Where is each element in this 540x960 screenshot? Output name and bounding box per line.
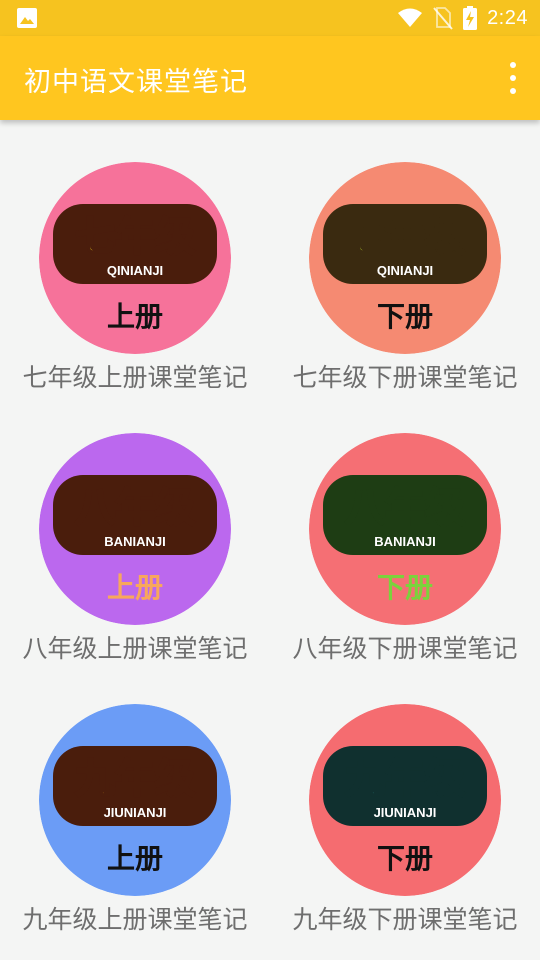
more-vert-icon-dot [510,75,516,81]
badge-volume: 下册 [377,571,433,604]
more-vert-icon-dot [510,88,516,94]
badge-pinyin: JIUNIANJI [374,805,437,820]
app-bar: 初中语文课堂笔记 [0,36,540,120]
book-card[interactable]: 七年级 QINIANJI 下册七年级下册课堂笔记 [270,120,540,392]
badge-pinyin: QINIANJI [107,263,163,278]
badge-title: 九年级 [75,756,195,802]
badge-pinyin: JIUNIANJI [104,805,167,820]
badge-volume: 下册 [377,842,433,875]
more-vert-icon [510,62,516,68]
badge-pinyin: BANIANJI [104,534,165,549]
book-card[interactable]: 九年级 JIUNIANJI 上册九年级上册课堂笔记 [0,662,270,934]
badge-pinyin: BANIANJI [374,534,435,549]
book-label: 八年级上册课堂笔记 [22,634,248,663]
app-title: 初中语文课堂笔记 [24,67,248,98]
book-label: 八年级下册课堂笔记 [292,634,518,663]
book-card[interactable]: 八年级 BANIANJI 上册八年级上册课堂笔记 [0,391,270,663]
book-label: 七年级上册课堂笔记 [22,363,248,392]
book-cover-badge[interactable]: 九年级 JIUNIANJI 下册 [309,704,501,896]
more-options-button[interactable] [506,62,520,94]
badge-volume: 上册 [107,842,163,875]
book-card[interactable]: 八年级 BANIANJI 下册八年级下册课堂笔记 [270,391,540,663]
badge-volume: 下册 [377,300,433,333]
badge-volume: 上册 [107,571,163,604]
badge-graphic: 七年级 QINIANJI 上册 [39,162,231,354]
book-cover-badge[interactable]: 八年级 BANIANJI 下册 [309,433,501,625]
no-sim-icon [433,7,453,30]
badge-title: 七年级 [75,214,195,260]
status-icons: 2:24 [397,4,528,32]
badge-pinyin: QINIANJI [377,263,433,278]
badge-title: 七年级 [345,214,465,260]
book-cover-badge[interactable]: 七年级 QINIANJI 下册 [309,162,501,354]
book-label: 九年级上册课堂笔记 [22,905,248,934]
battery-charging-icon [463,6,478,30]
book-card[interactable]: 七年级 QINIANJI 上册七年级上册课堂笔记 [0,120,270,392]
book-cover-badge[interactable]: 七年级 QINIANJI 上册 [39,162,231,354]
book-card[interactable]: 九年级 JIUNIANJI 下册九年级下册课堂笔记 [270,662,540,934]
badge-graphic: 八年级 BANIANJI 上册 [39,433,231,625]
book-label: 九年级下册课堂笔记 [292,905,518,934]
badge-volume: 上册 [107,300,163,333]
badge-title: 八年级 [75,485,195,531]
status-time: 2:24 [487,6,528,29]
badge-graphic: 九年级 JIUNIANJI 下册 [309,704,501,896]
book-cover-badge[interactable]: 八年级 BANIANJI 上册 [39,433,231,625]
book-cover-badge[interactable]: 九年级 JIUNIANJI 上册 [39,704,231,896]
book-label: 七年级下册课堂笔记 [292,363,518,392]
badge-graphic: 七年级 QINIANJI 下册 [309,162,501,354]
status-bar: 2:24 [0,0,540,36]
badge-graphic: 九年级 JIUNIANJI 上册 [39,704,231,896]
image-notification-icon [17,8,37,28]
badge-graphic: 八年级 BANIANJI 下册 [309,433,501,625]
badge-title: 八年级 [345,485,465,531]
badge-title: 九年级 [345,756,465,802]
wifi-icon [398,8,423,27]
